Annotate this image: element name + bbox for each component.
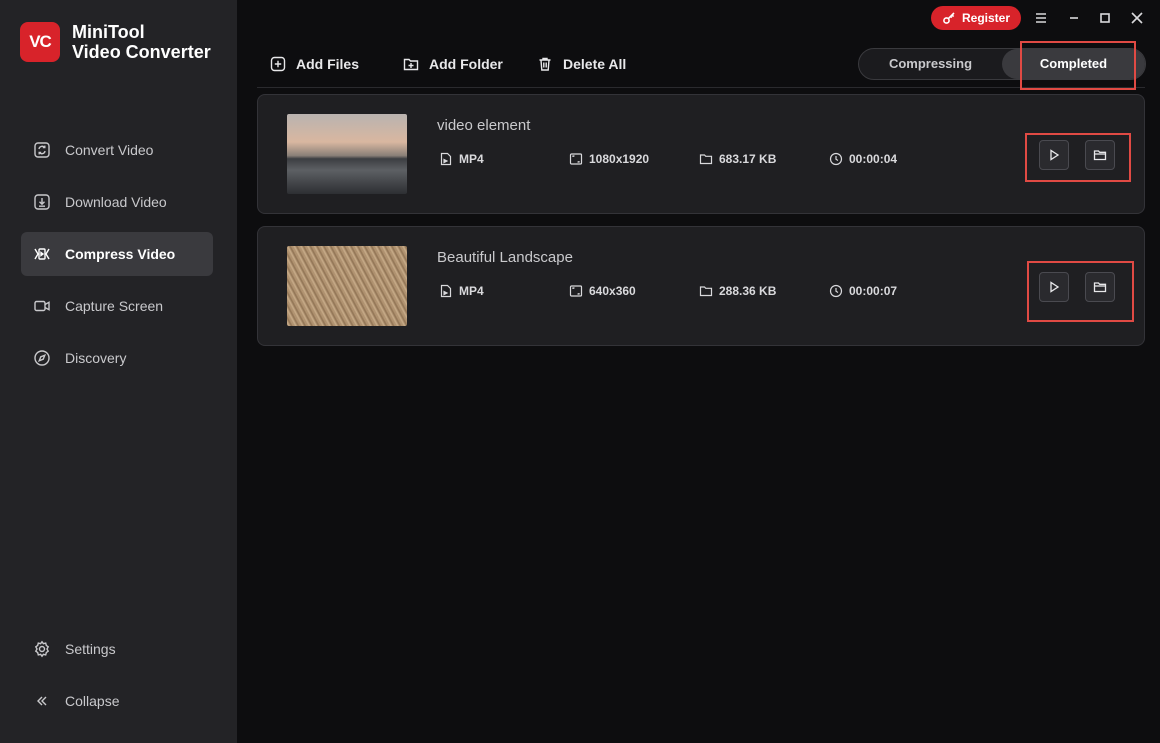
folder-icon xyxy=(1093,282,1107,293)
file-size: 288.36 KB xyxy=(699,284,776,298)
menu-icon xyxy=(1036,13,1046,23)
add-files-button[interactable]: Add Files xyxy=(270,56,359,72)
compass-icon xyxy=(34,350,50,366)
app-logo: VC MiniTool Video Converter xyxy=(20,22,211,62)
add-folder-button[interactable]: Add Folder xyxy=(403,56,503,72)
file-size: 683.17 KB xyxy=(699,152,776,166)
maximize-button[interactable] xyxy=(1095,8,1115,28)
download-icon xyxy=(34,194,50,210)
play-button[interactable] xyxy=(1039,272,1069,302)
open-folder-button[interactable] xyxy=(1085,272,1115,302)
logo-icon: VC xyxy=(20,22,60,62)
minimize-button[interactable] xyxy=(1064,8,1084,28)
file-resolution-label: 640x360 xyxy=(589,284,636,298)
close-button[interactable] xyxy=(1127,8,1147,28)
close-icon xyxy=(1131,12,1143,24)
sidebar-item-label: Collapse xyxy=(65,693,120,709)
file-card: Beautiful Landscape MP4 640x360 288.36 K… xyxy=(257,226,1145,346)
tab-compressing[interactable]: Compressing xyxy=(859,49,1002,79)
open-folder-button[interactable] xyxy=(1085,140,1115,170)
register-label: Register xyxy=(961,11,1011,25)
sidebar-nav: Convert Video Download Video Compress Vi… xyxy=(21,128,213,388)
gear-icon xyxy=(34,640,50,658)
app-title: MiniTool Video Converter xyxy=(72,22,211,62)
clock-icon xyxy=(829,284,843,298)
sidebar: VC MiniTool Video Converter Convert Vide… xyxy=(0,0,237,743)
file-duration: 00:00:04 xyxy=(829,152,897,166)
sidebar-item-convert-video[interactable]: Convert Video xyxy=(21,128,213,172)
file-size-label: 288.36 KB xyxy=(719,284,777,298)
app-title-line2: Video Converter xyxy=(72,42,211,62)
file-duration-label: 00:00:04 xyxy=(849,152,898,166)
add-files-label: Add Files xyxy=(296,56,360,72)
file-resolution: 1080x1920 xyxy=(569,152,649,166)
resolution-icon xyxy=(569,285,583,297)
file-name: Beautiful Landscape xyxy=(437,249,573,266)
sidebar-item-settings[interactable]: Settings xyxy=(21,627,213,671)
register-button[interactable]: Register xyxy=(931,6,1021,30)
file-resolution: 640x360 xyxy=(569,284,636,298)
file-format-label: MP4 xyxy=(459,284,484,298)
add-folder-icon xyxy=(403,58,419,71)
key-icon xyxy=(943,12,955,24)
status-tabs: Compressing Completed xyxy=(858,48,1146,80)
sidebar-item-compress-video[interactable]: Compress Video xyxy=(21,232,213,276)
minimize-icon xyxy=(1070,17,1078,19)
maximize-icon xyxy=(1100,13,1110,23)
file-duration-label: 00:00:07 xyxy=(849,284,898,298)
sidebar-item-label: Discovery xyxy=(65,350,127,366)
clock-icon xyxy=(829,152,843,166)
delete-all-label: Delete All xyxy=(563,56,627,72)
play-icon xyxy=(1050,281,1060,293)
app-window: VC MiniTool Video Converter Convert Vide… xyxy=(0,0,1160,743)
camera-icon xyxy=(34,300,50,312)
play-button[interactable] xyxy=(1039,140,1069,170)
app-title-line1: MiniTool xyxy=(72,22,145,42)
sidebar-item-label: Convert Video xyxy=(65,142,154,158)
sidebar-item-download-video[interactable]: Download Video xyxy=(21,180,213,224)
folder-icon xyxy=(699,154,713,165)
compress-icon xyxy=(34,248,50,260)
sidebar-bottom: Settings Collapse xyxy=(21,627,213,731)
folder-icon xyxy=(699,286,713,297)
sidebar-item-label: Download Video xyxy=(65,194,167,210)
delete-all-button[interactable]: Delete All xyxy=(537,56,626,72)
menu-button[interactable] xyxy=(1031,8,1051,28)
file-format-icon xyxy=(440,152,452,166)
sidebar-item-label: Capture Screen xyxy=(65,298,164,314)
file-resolution-label: 1080x1920 xyxy=(589,152,650,166)
video-thumbnail[interactable] xyxy=(287,246,407,326)
play-icon xyxy=(1050,149,1060,161)
sidebar-item-label: Compress Video xyxy=(65,246,176,262)
file-size-label: 683.17 KB xyxy=(719,152,777,166)
sidebar-item-capture-screen[interactable]: Capture Screen xyxy=(21,284,213,328)
sidebar-item-label: Settings xyxy=(65,641,116,657)
file-format-icon xyxy=(440,284,452,298)
video-thumbnail[interactable] xyxy=(287,114,407,194)
folder-icon xyxy=(1093,150,1107,161)
file-name: video element xyxy=(437,117,531,134)
tab-completed[interactable]: Completed xyxy=(1002,49,1145,79)
trash-icon xyxy=(539,57,551,71)
file-format-label: MP4 xyxy=(459,152,484,166)
file-format: MP4 xyxy=(439,284,484,298)
collapse-icon xyxy=(37,696,47,706)
sidebar-item-discovery[interactable]: Discovery xyxy=(21,336,213,380)
add-file-icon xyxy=(270,56,286,72)
resolution-icon xyxy=(569,153,583,165)
add-folder-label: Add Folder xyxy=(429,56,503,72)
convert-icon xyxy=(34,142,50,158)
sidebar-item-collapse[interactable]: Collapse xyxy=(21,679,213,723)
file-card: video element MP4 1080x1920 683.17 KB 00… xyxy=(257,94,1145,214)
file-duration: 00:00:07 xyxy=(829,284,897,298)
file-format: MP4 xyxy=(439,152,484,166)
